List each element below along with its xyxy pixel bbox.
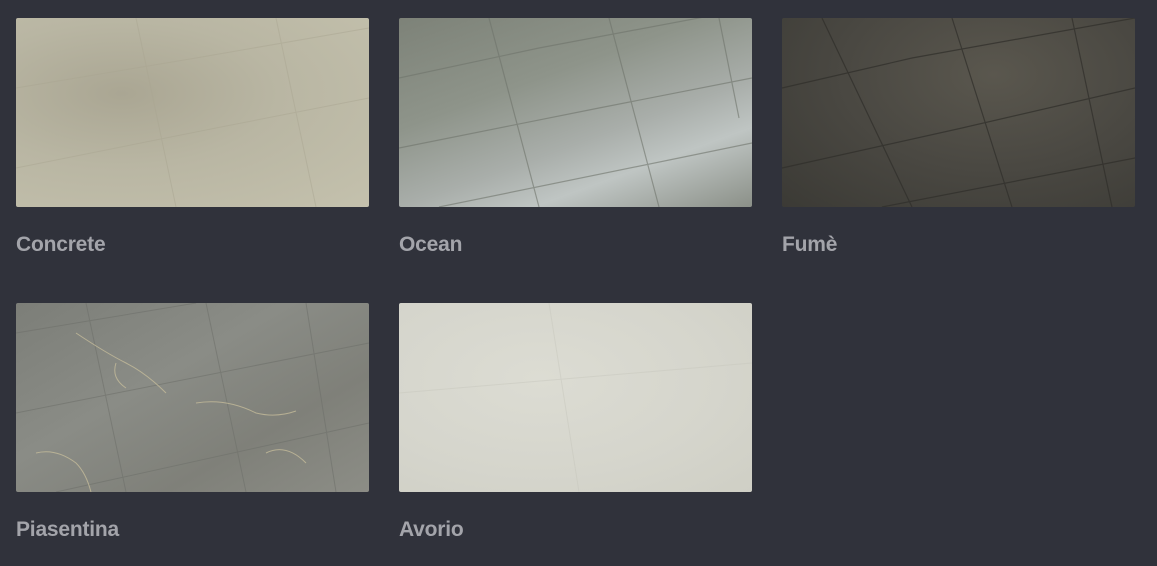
concrete-tile-image[interactable] <box>16 18 369 207</box>
piasentina-tile-image[interactable] <box>16 303 369 492</box>
tile-card-ocean[interactable]: Ocean <box>399 18 752 257</box>
tile-name-concrete[interactable]: Concrete <box>16 233 369 257</box>
tile-name-fume[interactable]: Fumè <box>782 233 1135 257</box>
avorio-tile-image[interactable] <box>399 303 752 492</box>
tile-gallery: Concrete Ocean Fumè Piasentina Avorio <box>0 0 1157 566</box>
tile-card-avorio[interactable]: Avorio <box>399 303 752 542</box>
fume-tile-image[interactable] <box>782 18 1135 207</box>
tile-card-concrete[interactable]: Concrete <box>16 18 369 257</box>
ocean-tile-image[interactable] <box>399 18 752 207</box>
tile-name-ocean[interactable]: Ocean <box>399 233 752 257</box>
tile-card-fume[interactable]: Fumè <box>782 18 1135 257</box>
tile-card-piasentina[interactable]: Piasentina <box>16 303 369 542</box>
tile-name-piasentina[interactable]: Piasentina <box>16 518 369 542</box>
tile-name-avorio[interactable]: Avorio <box>399 518 752 542</box>
